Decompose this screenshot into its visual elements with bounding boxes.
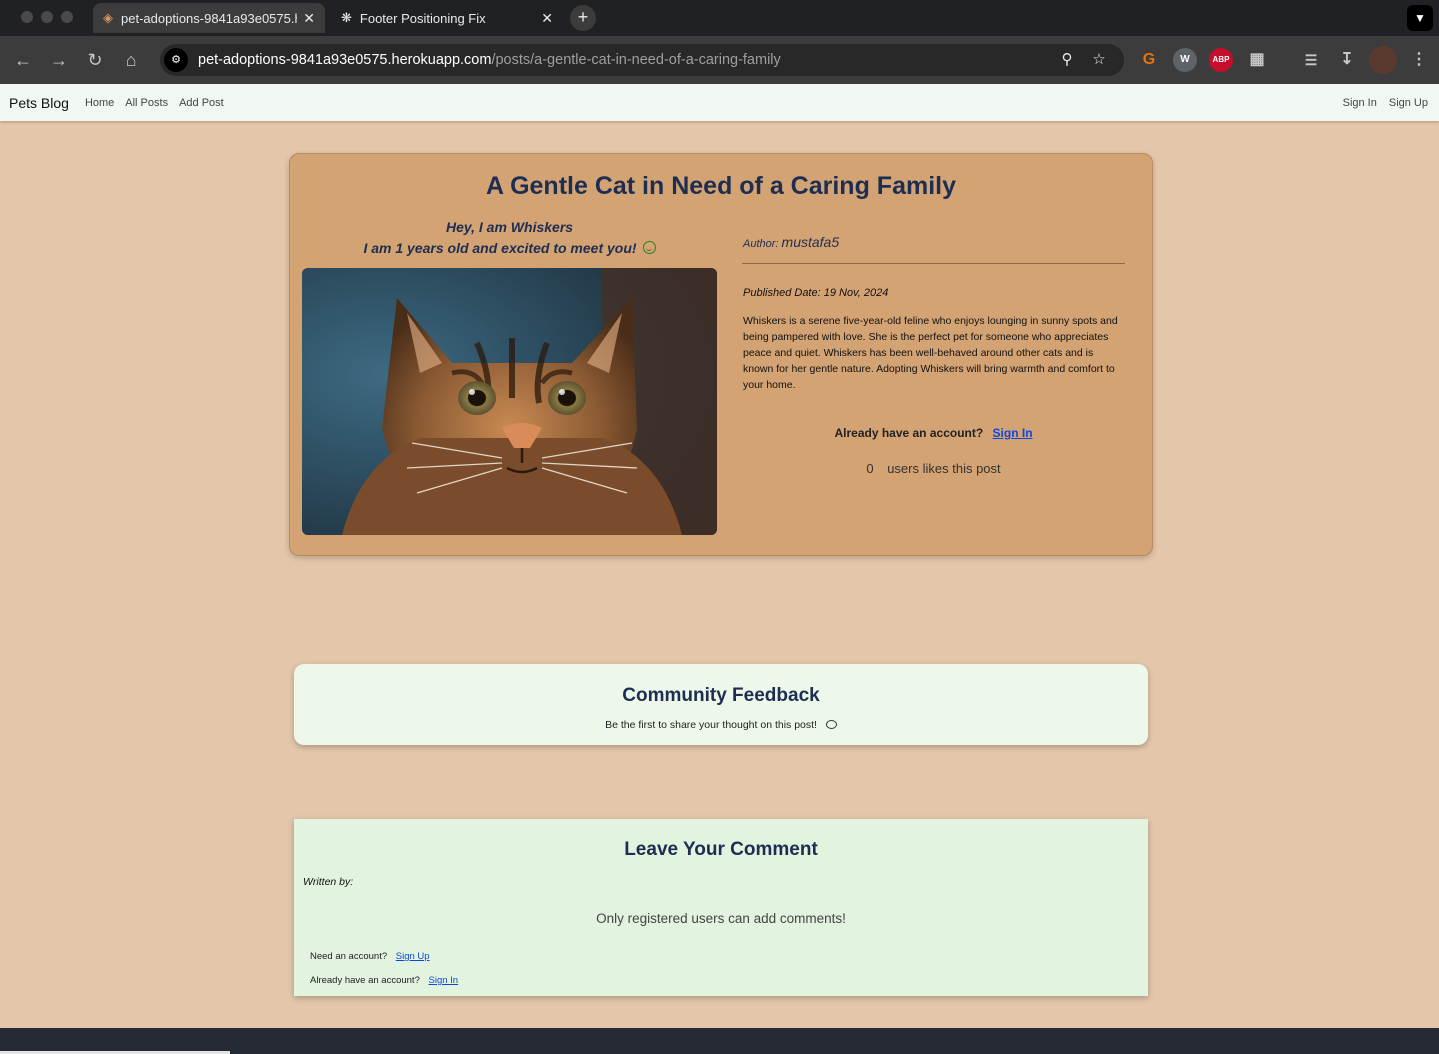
brand-logo[interactable]: Pets Blog <box>9 95 69 111</box>
feedback-subtitle: Be the first to share your thought on th… <box>605 719 817 731</box>
nav-add-post[interactable]: Add Post <box>179 97 224 109</box>
sign-up-prompt: Need an account? Sign Up <box>310 951 430 962</box>
pet-greeting: Hey, I am Whiskers I am 1 years old and … <box>302 217 717 259</box>
tab-footer-positioning[interactable]: ❋ Footer Positioning Fix ✕ <box>331 3 563 33</box>
nav-sign-up[interactable]: Sign Up <box>1389 97 1428 109</box>
tab-title: Footer Positioning Fix <box>359 10 486 26</box>
greeting-line-2: I am 1 years old and excited to meet you… <box>363 240 637 256</box>
openai-icon: ❋ <box>341 10 352 25</box>
tab-title: pet-adoptions-9841a93e0575.herokuapp.com <box>121 10 297 26</box>
dog-icon: ◈ <box>103 10 113 25</box>
home-icon[interactable]: ⌂ <box>119 48 143 72</box>
bookmark-star-icon[interactable]: ☆ <box>1087 48 1111 72</box>
account-prompt-text: Already have an account? <box>834 426 984 440</box>
sign-in-prompt-bottom: Already have an account? Sign In <box>310 975 458 986</box>
adblock-icon[interactable]: ABP <box>1209 48 1233 72</box>
browser-tabstrip: ◈ pet-adoptions-9841a93e0575.herokuapp.c… <box>0 0 1439 36</box>
feedback-empty-state: Be the first to share your thought on th… <box>294 719 1148 731</box>
tab-search-button[interactable]: ▼ <box>1407 5 1433 31</box>
reload-icon[interactable]: ↻ <box>83 48 107 72</box>
download-icon[interactable]: ↧ <box>1335 48 1359 72</box>
url-text[interactable]: pet-adoptions-9841a93e0575.herokuapp.com… <box>198 52 781 68</box>
site-info-icon[interactable]: ⚙ <box>164 48 188 72</box>
tab-pet-adoptions[interactable]: ◈ pet-adoptions-9841a93e0575.herokuapp.c… <box>93 3 325 33</box>
zoom-icon[interactable]: ⚲ <box>1055 48 1079 72</box>
written-by-label: Written by: <box>303 876 354 888</box>
author-name: mustafa5 <box>781 234 840 250</box>
need-account-text: Need an account? <box>310 951 388 962</box>
close-icon[interactable]: ✕ <box>541 10 553 27</box>
cat-illustration <box>302 268 717 535</box>
likes-text: users likes this post <box>887 461 1001 476</box>
greeting-line-1: Hey, I am Whiskers <box>445 219 574 235</box>
post-author: Author: mustafa5 <box>743 234 839 250</box>
post-description: Whiskers is a serene five-year-old felin… <box>743 315 1118 391</box>
window-minimize-dot[interactable] <box>41 11 53 23</box>
community-feedback-card: Community Feedback Be the first to share… <box>294 664 1148 745</box>
divider <box>742 263 1125 264</box>
pet-photo <box>302 268 717 535</box>
sign-up-link[interactable]: Sign Up <box>396 951 430 962</box>
extensions-puzzle-icon[interactable]: ▦ <box>1245 48 1269 72</box>
window-zoom-dot[interactable] <box>61 11 73 23</box>
nav-all-posts[interactable]: All Posts <box>125 97 168 109</box>
close-icon[interactable]: ✕ <box>303 10 315 27</box>
registered-only-notice: Only registered users can add comments! <box>596 911 846 926</box>
forward-icon[interactable]: → <box>47 48 71 72</box>
extension-w-icon[interactable]: W <box>1173 48 1197 72</box>
likes-counter: 0 users likes this post <box>742 461 1125 476</box>
post-card: A Gentle Cat in Need of a Caring Family … <box>289 153 1153 556</box>
smile-icon <box>642 241 656 254</box>
nav-home[interactable]: Home <box>85 97 114 109</box>
leave-comment-card: Leave Your Comment Written by: Only regi… <box>294 819 1148 996</box>
address-bar[interactable]: ⚙ pet-adoptions-9841a93e0575.herokuapp.c… <box>160 44 1124 76</box>
browser-toolbar: ← → ↻ ⌂ ⚙ pet-adoptions-9841a93e0575.her… <box>0 36 1439 84</box>
page-viewport: Pets Blog Home All Posts Add Post Sign I… <box>0 84 1439 1054</box>
have-account-text: Already have an account? <box>310 975 420 986</box>
feedback-title: Community Feedback <box>622 685 820 706</box>
site-navbar: Pets Blog Home All Posts Add Post Sign I… <box>0 84 1439 121</box>
back-icon[interactable]: ← <box>11 48 35 72</box>
post-title: A Gentle Cat in Need of a Caring Family <box>486 172 956 200</box>
comment-bubble-icon <box>825 720 837 729</box>
nav-sign-in[interactable]: Sign In <box>1343 97 1377 109</box>
window-close-dot[interactable] <box>21 11 33 23</box>
published-date: Published Date: 19 Nov, 2024 <box>743 287 889 299</box>
sign-in-prompt: Already have an account? Sign In <box>742 426 1125 440</box>
nav-auth: Sign In Sign Up <box>1331 84 1428 121</box>
new-tab-button[interactable]: + <box>570 5 596 31</box>
reading-list-icon[interactable]: ☰ <box>1299 48 1323 72</box>
comment-title: Leave Your Comment <box>624 839 818 860</box>
extension-g-icon[interactable]: G <box>1137 48 1161 72</box>
likes-count: 0 <box>866 461 874 476</box>
profile-avatar[interactable] <box>1369 46 1397 74</box>
sign-in-link[interactable]: Sign In <box>993 426 1033 440</box>
sign-in-link-bottom[interactable]: Sign In <box>429 975 459 986</box>
author-label: Author: <box>743 238 779 250</box>
menu-kebab-icon[interactable]: ⋮ <box>1407 48 1431 72</box>
